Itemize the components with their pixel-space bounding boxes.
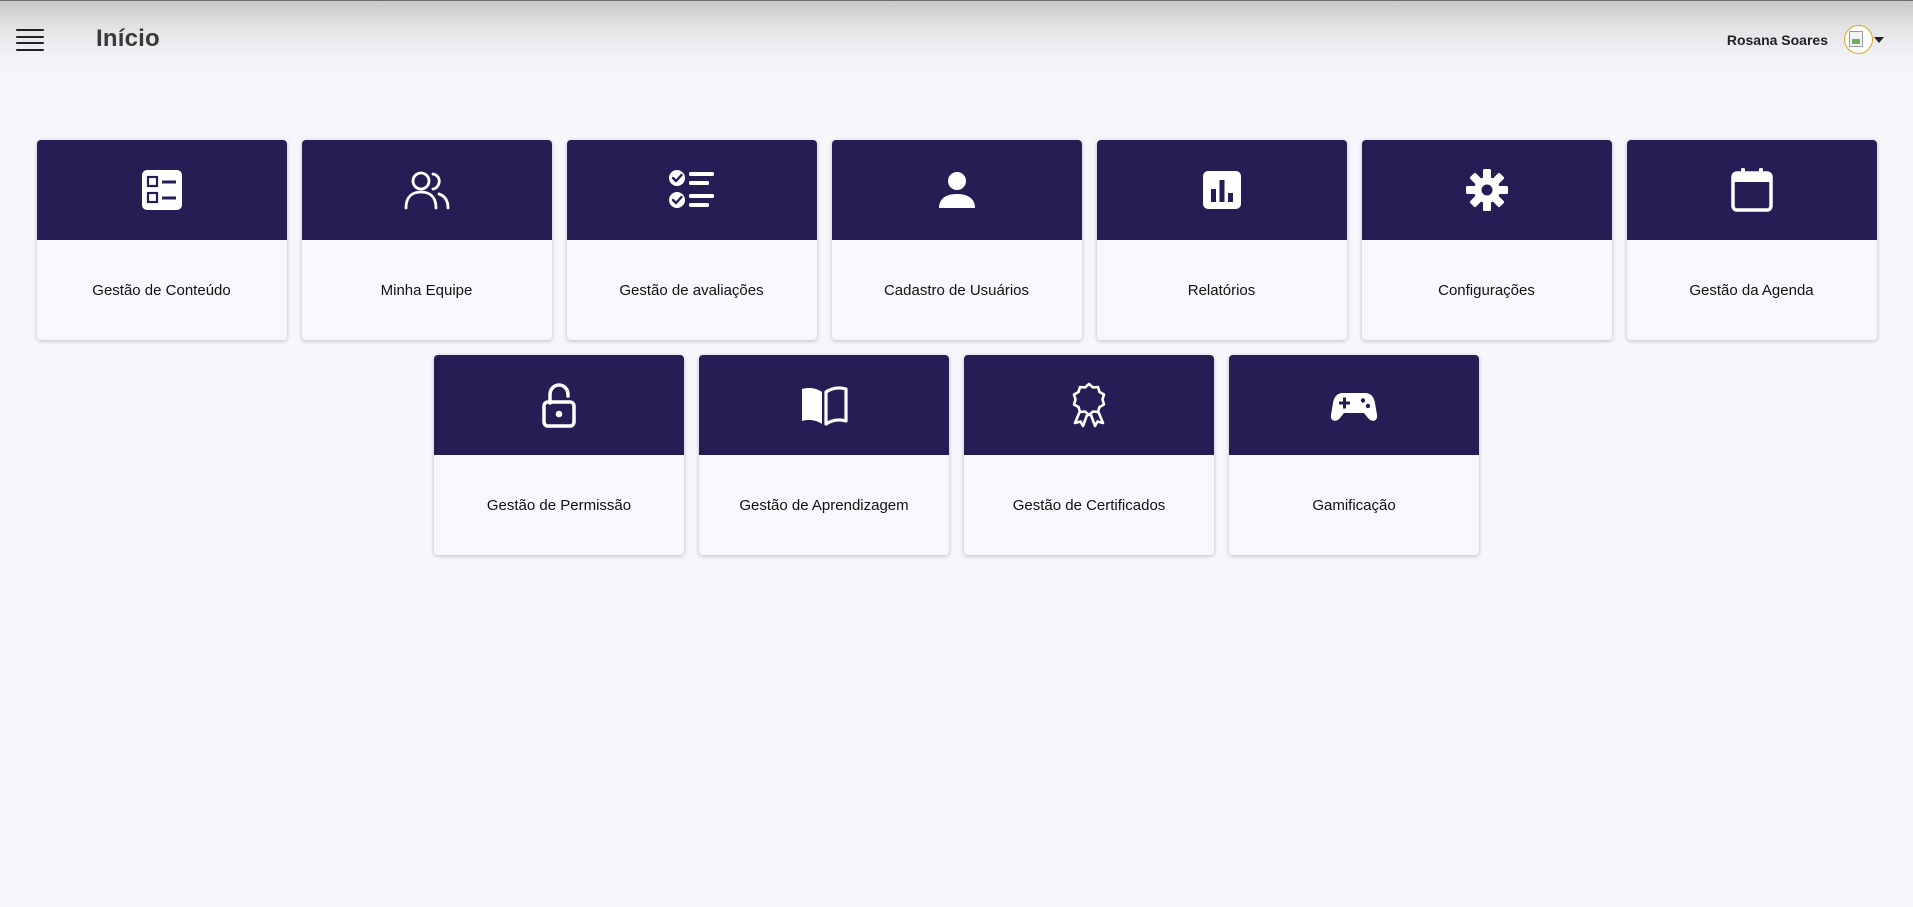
menu-line xyxy=(16,42,44,45)
card-label: Gamificação xyxy=(1312,496,1396,514)
gamepad-icon xyxy=(1330,393,1378,421)
open-book-icon xyxy=(802,386,848,426)
checklist-icon xyxy=(668,170,714,208)
broken-image-icon xyxy=(1849,31,1863,47)
unlock-icon xyxy=(542,383,576,428)
award-badge-icon xyxy=(1072,382,1106,428)
card-header xyxy=(36,140,287,240)
card-header xyxy=(1229,355,1479,455)
module-row: Gestão de Conteúdo Minha Equipe Gestão d… xyxy=(0,140,1913,340)
menu-line xyxy=(16,29,44,32)
card-gestao-de-certificados[interactable]: Gestão de Certificados xyxy=(964,355,1214,555)
calendar-icon xyxy=(1730,168,1773,212)
page-title: Início xyxy=(96,25,160,52)
user-icon xyxy=(938,172,975,208)
avatar[interactable] xyxy=(1844,25,1873,54)
card-label: Gestão de avaliações xyxy=(619,281,764,299)
card-gestao-da-agenda[interactable]: Gestão da Agenda xyxy=(1626,140,1877,340)
card-gestao-de-permissao[interactable]: Gestão de Permissão xyxy=(434,355,684,555)
card-header xyxy=(831,140,1082,240)
content-list-icon xyxy=(141,170,182,210)
user-name[interactable]: Rosana Soares xyxy=(1727,32,1828,48)
gear-icon xyxy=(1465,169,1508,211)
card-label: Configurações xyxy=(1438,281,1535,299)
card-label: Cadastro de Usuários xyxy=(883,281,1030,299)
card-minha-equipe[interactable]: Minha Equipe xyxy=(301,140,552,340)
card-cadastro-de-usuarios[interactable]: Cadastro de Usuários xyxy=(831,140,1082,340)
card-gestao-de-aprendizagem[interactable]: Gestão de Aprendizagem xyxy=(699,355,949,555)
card-label: Gestão de Conteúdo xyxy=(92,281,231,299)
card-gestao-de-avaliacoes[interactable]: Gestão de avaliações xyxy=(566,140,817,340)
card-header xyxy=(1096,140,1347,240)
card-header xyxy=(1626,140,1877,240)
card-gestao-de-conteudo[interactable]: Gestão de Conteúdo xyxy=(36,140,287,340)
module-grid: Gestão de Conteúdo Minha Equipe Gestão d… xyxy=(0,140,1913,570)
card-label: Gestão de Aprendizagem xyxy=(739,496,909,514)
card-label: Relatórios xyxy=(1187,281,1256,299)
card-header xyxy=(964,355,1214,455)
hamburger-menu-icon[interactable] xyxy=(16,29,44,51)
team-icon xyxy=(404,171,449,210)
module-row: Gestão de Permissão Gestão de Aprendizag… xyxy=(0,355,1913,555)
card-header xyxy=(699,355,949,455)
card-header xyxy=(1361,140,1612,240)
card-label: Minha Equipe xyxy=(380,281,473,299)
menu-line xyxy=(16,35,44,38)
card-label: Gestão de Permissão xyxy=(486,496,632,514)
card-gamificacao[interactable]: Gamificação xyxy=(1229,355,1479,555)
menu-line xyxy=(16,48,44,51)
top-header-bar: Início Rosana Soares xyxy=(0,0,1913,78)
card-header xyxy=(434,355,684,455)
card-relatorios[interactable]: Relatórios xyxy=(1096,140,1347,340)
card-header xyxy=(301,140,552,240)
bar-chart-icon xyxy=(1202,171,1241,209)
card-label: Gestão da Agenda xyxy=(1689,281,1814,299)
card-configuracoes[interactable]: Configurações xyxy=(1361,140,1612,340)
card-header xyxy=(566,140,817,240)
card-label: Gestão de Certificados xyxy=(1012,496,1166,514)
chevron-down-icon[interactable] xyxy=(1874,37,1884,43)
